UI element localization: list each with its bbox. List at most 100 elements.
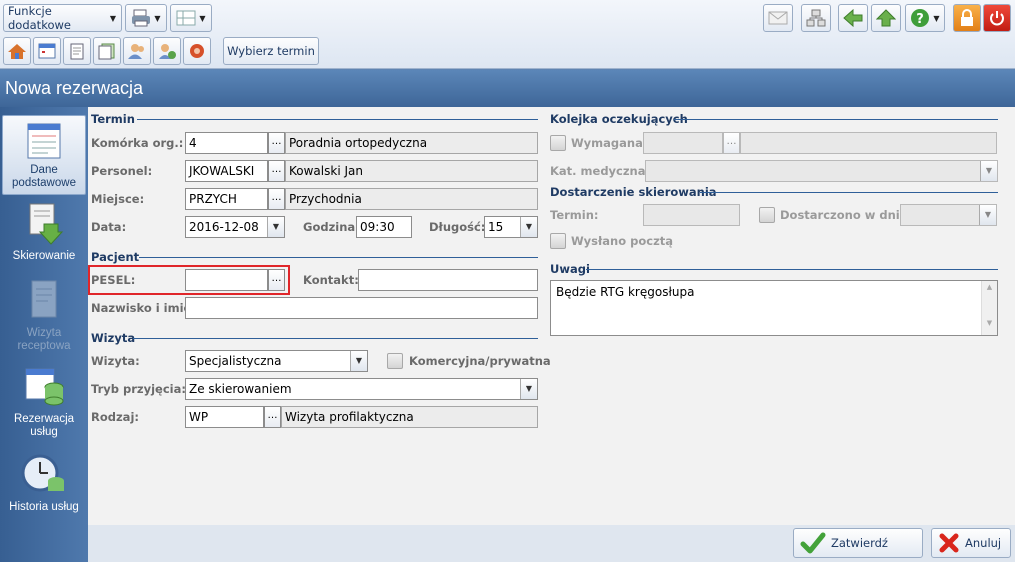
- divider: [674, 119, 998, 120]
- notes-text: Będzie RTG kręgosłupa: [556, 285, 695, 299]
- back-button[interactable]: [838, 4, 868, 32]
- queue-name-field: [740, 132, 997, 154]
- mailed-checkbox[interactable]: [550, 233, 566, 249]
- notepad-icon: [70, 43, 84, 60]
- network-icon: [806, 9, 826, 27]
- notes-scrollbar[interactable]: ▲ ▼: [981, 281, 997, 335]
- form-icon: [27, 123, 61, 159]
- pesel-input[interactable]: [185, 269, 268, 291]
- mailed-label: Wysłano pocztą: [571, 234, 674, 248]
- category-label: Kat. medyczna:: [550, 164, 651, 178]
- length-select[interactable]: 15 ▼: [484, 216, 538, 238]
- layout-button[interactable]: ▼: [170, 4, 212, 32]
- sidebar: Dane podstawowe Skierowanie Wizyta recep…: [0, 107, 88, 562]
- chevron-down-icon[interactable]: ▼: [350, 351, 367, 371]
- arrow-up-icon: [876, 9, 896, 27]
- sidebar-item-basic-data[interactable]: Dane podstawowe: [2, 115, 86, 195]
- up-button[interactable]: [871, 4, 901, 32]
- place-code-input[interactable]: PRZYCH: [185, 188, 268, 210]
- divider: [700, 192, 998, 193]
- patients-button[interactable]: [123, 37, 151, 65]
- staff-name-field: Kowalski Jan: [285, 160, 538, 182]
- name-input[interactable]: [185, 297, 538, 319]
- cancel-button[interactable]: Anuluj: [931, 528, 1011, 558]
- section-visit: Wizyta: [91, 331, 136, 345]
- referral-term-input: [643, 204, 740, 226]
- kind-name-field: Wizyta profilaktyczna: [281, 406, 538, 428]
- sidebar-item-prescription-visit[interactable]: Wizyta receptowa: [0, 279, 88, 353]
- users-icon: [128, 44, 144, 59]
- chevron-down-icon: ▼: [980, 161, 997, 181]
- network-button[interactable]: [801, 4, 831, 32]
- kind-label: Rodzaj:: [91, 410, 139, 424]
- name-label: Nazwisko i imię:: [91, 301, 196, 315]
- time-label: Godzina:: [303, 220, 360, 234]
- place-name-field: Przychodnia: [285, 188, 538, 210]
- kind-code-input[interactable]: WP: [185, 406, 264, 428]
- power-icon: [990, 11, 1004, 26]
- delivered-date-picker: ▼: [900, 204, 997, 226]
- calendar-button[interactable]: [33, 37, 61, 65]
- pesel-browse-button[interactable]: …: [268, 269, 285, 291]
- calendar-icon: [38, 43, 56, 59]
- settings-button[interactable]: [183, 37, 211, 65]
- place-browse-button[interactable]: …: [268, 188, 285, 210]
- admission-mode-select[interactable]: Ze skierowaniem ▼: [185, 378, 538, 400]
- time-input[interactable]: 09:30: [356, 216, 412, 238]
- date-value: 2016-12-08: [189, 220, 259, 234]
- print-button[interactable]: ▼: [125, 4, 167, 32]
- sidebar-item-label: Dane podstawowe: [12, 164, 76, 189]
- refresh-button[interactable]: [153, 37, 181, 65]
- section-notes: Uwagi: [550, 262, 590, 276]
- staff-browse-button[interactable]: …: [268, 160, 285, 182]
- staff-label: Personel:: [91, 164, 153, 178]
- help-icon: ?: [911, 9, 930, 27]
- term-label: Termin:: [550, 208, 599, 222]
- layout-icon: [176, 10, 196, 26]
- arrow-left-icon: [843, 9, 863, 27]
- required-label: Wymagana: [571, 136, 643, 150]
- staff-code-input[interactable]: JKOWALSKI: [185, 160, 268, 182]
- visit-type-select[interactable]: Specjalistyczna ▼: [185, 350, 368, 372]
- home-button[interactable]: [3, 37, 31, 65]
- required-checkbox[interactable]: [550, 135, 566, 151]
- functions-dropdown[interactable]: Funkcje dodatkowe ▼: [3, 4, 122, 32]
- org-browse-button[interactable]: …: [268, 132, 285, 154]
- divider: [139, 257, 538, 258]
- mail-button[interactable]: [763, 4, 793, 32]
- chevron-down-icon[interactable]: ▼: [267, 217, 284, 237]
- checkmark-icon: [800, 532, 826, 554]
- gear-icon: [190, 44, 204, 58]
- visit-type-value: Specjalistyczna: [189, 354, 282, 368]
- sidebar-item-service-history[interactable]: Historia usług: [0, 451, 88, 513]
- delivered-checkbox[interactable]: [759, 207, 775, 223]
- help-button[interactable]: ? ▼: [905, 4, 945, 32]
- choose-term-label: Wybierz termin: [227, 44, 315, 58]
- chevron-down-icon[interactable]: ▼: [520, 217, 537, 237]
- admission-mode-value: Ze skierowaniem: [189, 382, 292, 396]
- section-referral-delivery: Dostarczenie skierowania: [550, 185, 717, 199]
- sidebar-item-label: Skierowanie: [12, 250, 76, 262]
- visit-label: Wizyta:: [91, 354, 140, 368]
- prescription-icon: [31, 280, 57, 318]
- sidebar-item-label: Historia usług: [9, 501, 79, 513]
- documents-button[interactable]: [93, 37, 121, 65]
- choose-term-button[interactable]: Wybierz termin: [223, 37, 319, 65]
- notes-button[interactable]: [63, 37, 91, 65]
- sidebar-item-service-reservation[interactable]: Rezerwacja usług: [0, 365, 88, 441]
- notes-textarea[interactable]: Będzie RTG kręgosłupa ▲ ▼: [550, 280, 998, 336]
- contact-input[interactable]: [358, 269, 538, 291]
- confirm-button[interactable]: Zatwierdź: [793, 528, 923, 558]
- kind-browse-button[interactable]: …: [264, 406, 281, 428]
- sidebar-item-referral[interactable]: Skierowanie: [0, 202, 88, 264]
- documents-icon: [98, 43, 115, 60]
- functions-label: Funkcje dodatkowe: [8, 4, 71, 32]
- power-button[interactable]: [983, 4, 1011, 32]
- chevron-down-icon: ▼: [979, 205, 996, 225]
- chevron-down-icon[interactable]: ▼: [520, 379, 537, 399]
- org-code-input[interactable]: 4: [185, 132, 268, 154]
- lock-button[interactable]: [953, 4, 981, 32]
- commercial-checkbox[interactable]: [387, 353, 403, 369]
- date-picker[interactable]: 2016-12-08 ▼: [185, 216, 285, 238]
- org-name-field: Poradnia ortopedyczna: [285, 132, 538, 154]
